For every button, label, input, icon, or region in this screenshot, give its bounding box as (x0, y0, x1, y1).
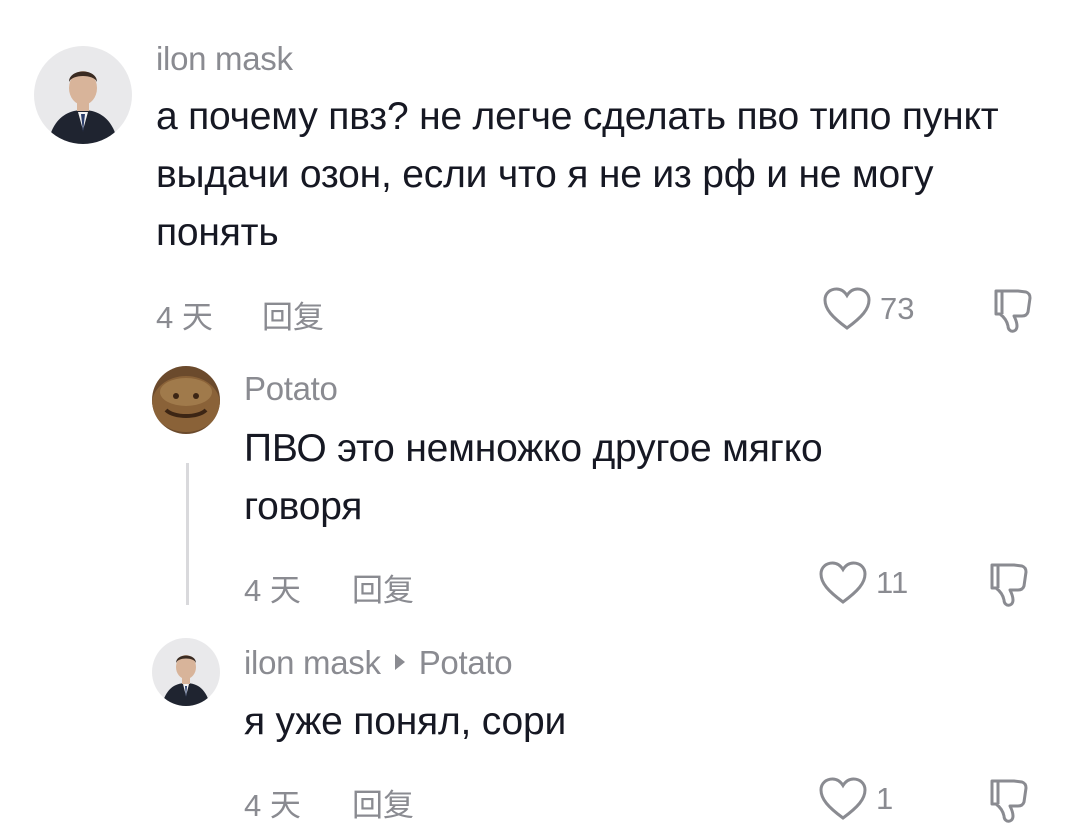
comment-text: я уже понял, сори (244, 700, 567, 743)
reply-button[interactable]: 回复 (262, 292, 324, 337)
comment-username[interactable]: ilon mask (156, 40, 293, 78)
heart-outline-icon (819, 561, 867, 604)
heart-outline-icon (823, 287, 871, 330)
like-button[interactable]: 1 (818, 776, 893, 822)
reply-author[interactable]: ilon mask (244, 644, 381, 681)
like-button[interactable]: 11 (818, 560, 908, 606)
comment-username[interactable]: Potato (244, 370, 338, 408)
comment-text: ПВО это немножко другое мягко говоря (244, 427, 823, 528)
triangle-right-icon (394, 654, 405, 671)
reply-button[interactable]: 回复 (352, 780, 414, 825)
like-count: 73 (880, 291, 915, 326)
like-count: 11 (876, 565, 909, 600)
reply-button[interactable]: 回复 (352, 565, 414, 610)
dislike-button[interactable] (988, 286, 1034, 339)
comment-username: ilon mask Potato (244, 644, 513, 682)
thumbs-down-outline-icon (994, 289, 1032, 333)
avatar[interactable] (152, 638, 220, 706)
like-count: 1 (876, 781, 894, 816)
comment-time: 4 天 (244, 788, 301, 823)
heart-outline-icon (819, 777, 867, 820)
comment-text: а почему пвз? не легче сделать пво типо … (156, 95, 999, 254)
thread-line (186, 463, 189, 605)
avatar[interactable] (152, 366, 220, 434)
dislike-button[interactable] (984, 776, 1030, 829)
like-button[interactable]: 73 (822, 286, 914, 332)
comment-time: 4 天 (244, 573, 301, 608)
avatar[interactable] (34, 46, 132, 144)
thumbs-down-outline-icon (990, 779, 1028, 823)
comments-panel: ilon mask а почему пвз? не легче сделать… (0, 0, 1080, 836)
reply-target[interactable]: Potato (419, 644, 513, 681)
comment-time: 4 天 (156, 300, 213, 335)
thumbs-down-outline-icon (990, 563, 1028, 607)
dislike-button[interactable] (984, 560, 1030, 613)
